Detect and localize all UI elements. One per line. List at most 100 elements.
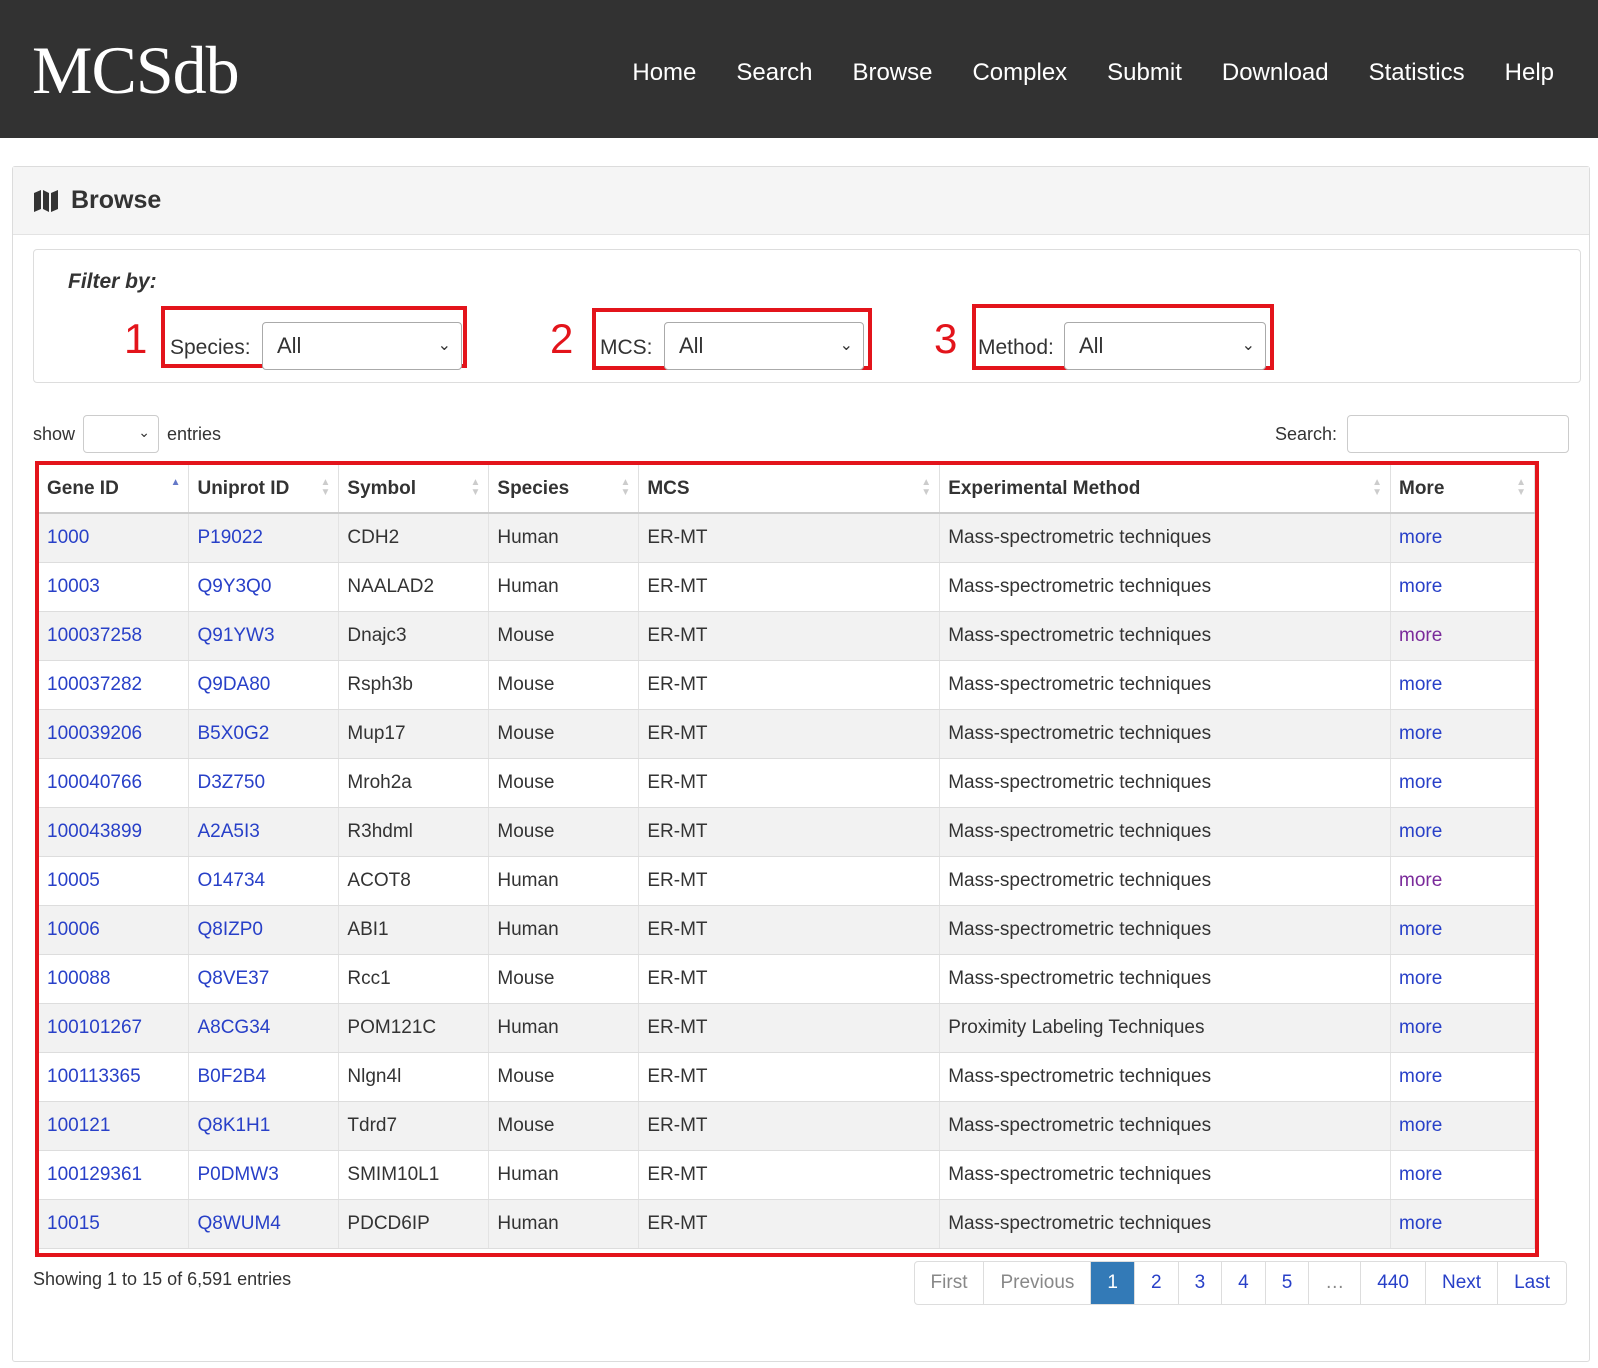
cell-symbol: Tdrd7 — [338, 1101, 490, 1151]
uniprot-id-link[interactable]: Q9DA80 — [197, 674, 270, 695]
gene-id-link[interactable]: 100037258 — [47, 625, 142, 646]
uniprot-id-link[interactable]: Q91YW3 — [197, 625, 274, 646]
more-link[interactable]: more — [1399, 625, 1442, 646]
gene-id-link[interactable]: 100043899 — [47, 821, 142, 842]
more-link[interactable]: more — [1399, 821, 1442, 842]
gene-id-link[interactable]: 100101267 — [47, 1017, 142, 1038]
nav-submit[interactable]: Submit — [1107, 58, 1182, 88]
gene-id-link[interactable]: 100039206 — [47, 723, 142, 744]
uniprot-id-link[interactable]: B5X0G2 — [197, 723, 269, 744]
nav-download[interactable]: Download — [1222, 58, 1329, 88]
column-header-symbol[interactable]: Symbol ▲ ▼ — [338, 465, 490, 514]
gene-id-link[interactable]: 100040766 — [47, 772, 142, 793]
cell-more: more — [1390, 905, 1535, 955]
gene-id-link[interactable]: 100113365 — [47, 1066, 141, 1087]
more-link[interactable]: more — [1399, 1017, 1442, 1038]
cell-uniprot-id: O14734 — [188, 856, 340, 906]
method-select[interactable]: All ⌄ — [1064, 322, 1266, 370]
nav-statistics[interactable]: Statistics — [1369, 58, 1465, 88]
column-header-gene-id[interactable]: Gene ID ▲ — [39, 465, 190, 514]
nav-browse[interactable]: Browse — [852, 58, 932, 88]
cell-mcs: ER-MT — [638, 807, 941, 857]
nav-complex[interactable]: Complex — [972, 58, 1067, 88]
gene-id-link[interactable]: 100088 — [47, 968, 110, 989]
species-select[interactable]: All ⌄ — [262, 322, 462, 370]
pagination-previous[interactable]: Previous — [983, 1262, 1090, 1304]
sort-icon: ▲ ▼ — [470, 477, 481, 498]
more-link[interactable]: more — [1399, 919, 1442, 940]
panel-heading: Browse — [13, 167, 1589, 235]
gene-id-link[interactable]: 100121 — [47, 1115, 110, 1136]
column-header-more[interactable]: More ▲ ▼ — [1390, 465, 1535, 514]
uniprot-id-link[interactable]: A8CG34 — [197, 1017, 270, 1038]
cell-species: Human — [488, 905, 640, 955]
uniprot-id-link[interactable]: Q9Y3Q0 — [197, 576, 271, 597]
chevron-down-icon: ⌄ — [839, 337, 853, 354]
more-link[interactable]: more — [1399, 723, 1442, 744]
gene-id-link[interactable]: 10015 — [47, 1213, 100, 1234]
pagination-3[interactable]: 3 — [1177, 1262, 1222, 1304]
gene-id-link[interactable]: 10003 — [47, 576, 100, 597]
more-link[interactable]: more — [1399, 772, 1442, 793]
cell-more: more — [1390, 660, 1535, 710]
uniprot-id-link[interactable]: B0F2B4 — [197, 1066, 266, 1087]
entries-label: entries — [167, 423, 222, 444]
pagination-first[interactable]: First — [915, 1262, 984, 1304]
more-link[interactable]: more — [1399, 968, 1442, 989]
column-header-mcs[interactable]: MCS ▲ ▼ — [638, 465, 941, 514]
pagination-last[interactable]: Last — [1497, 1262, 1566, 1304]
site-logo[interactable]: MCSdb — [32, 36, 240, 104]
more-link[interactable]: more — [1399, 674, 1442, 695]
uniprot-id-link[interactable]: Q8WUM4 — [197, 1213, 280, 1234]
sort-icon: ▲ ▼ — [620, 477, 631, 498]
pagination-4[interactable]: 4 — [1221, 1262, 1265, 1304]
column-header-experimental-method[interactable]: Experimental Method ▲ ▼ — [939, 465, 1391, 514]
uniprot-id-link[interactable]: P0DMW3 — [197, 1164, 278, 1185]
page-length-select[interactable]: ⌄ — [83, 415, 160, 453]
pagination-5[interactable]: 5 — [1264, 1262, 1309, 1304]
cell-mcs: ER-MT — [638, 954, 941, 1004]
cell-gene-id: 100121 — [39, 1101, 190, 1151]
sort-icon: ▲ ▼ — [1516, 477, 1526, 498]
nav-search[interactable]: Search — [736, 58, 812, 88]
column-header-label: Gene ID — [47, 477, 119, 499]
cell-symbol: ABI1 — [338, 905, 490, 955]
more-link[interactable]: more — [1399, 1164, 1442, 1185]
search-input[interactable] — [1347, 415, 1569, 453]
uniprot-id-link[interactable]: D3Z750 — [197, 772, 265, 793]
more-link[interactable]: more — [1399, 1115, 1442, 1136]
mcs-select[interactable]: All ⌄ — [664, 322, 864, 370]
cell-experimental-method: Mass-spectrometric techniques — [939, 660, 1391, 710]
cell-gene-id: 10015 — [39, 1199, 190, 1249]
cell-mcs: ER-MT — [638, 709, 941, 759]
pagination-next[interactable]: Next — [1425, 1262, 1497, 1304]
nav-home[interactable]: Home — [632, 58, 696, 88]
column-header-label: Species — [497, 477, 570, 499]
more-link[interactable]: more — [1399, 870, 1442, 891]
gene-id-link[interactable]: 1000 — [47, 527, 89, 548]
nav-help[interactable]: Help — [1505, 58, 1554, 88]
uniprot-id-link[interactable]: Q8VE37 — [197, 968, 269, 989]
gene-id-link[interactable]: 100037282 — [47, 674, 142, 695]
more-link[interactable]: more — [1399, 576, 1442, 597]
pagination-1[interactable]: 1 — [1090, 1262, 1134, 1304]
uniprot-id-link[interactable]: Q8IZP0 — [197, 919, 262, 940]
uniprot-id-link[interactable]: P19022 — [197, 527, 263, 548]
more-link[interactable]: more — [1399, 1066, 1442, 1087]
cell-gene-id: 100037258 — [39, 611, 190, 661]
pagination-2[interactable]: 2 — [1133, 1262, 1178, 1304]
uniprot-id-link[interactable]: O14734 — [197, 870, 265, 891]
cell-mcs: ER-MT — [638, 758, 941, 808]
gene-id-link[interactable]: 10006 — [47, 919, 100, 940]
uniprot-id-link[interactable]: A2A5I3 — [197, 821, 259, 842]
pagination-440[interactable]: 440 — [1360, 1262, 1425, 1304]
gene-id-link[interactable]: 10005 — [47, 870, 100, 891]
table-row: 10006 Q8IZP0 ABI1 Human ER-MT Mass-spectromet… — [39, 905, 1535, 955]
more-link[interactable]: more — [1399, 527, 1442, 548]
column-header-uniprot-id[interactable]: Uniprot ID ▲ ▼ — [188, 465, 340, 514]
more-link[interactable]: more — [1399, 1213, 1442, 1234]
uniprot-id-link[interactable]: Q8K1H1 — [197, 1115, 270, 1136]
column-header-species[interactable]: Species ▲ ▼ — [488, 465, 640, 514]
table-search: Search: — [1275, 415, 1569, 453]
gene-id-link[interactable]: 100129361 — [47, 1164, 142, 1185]
